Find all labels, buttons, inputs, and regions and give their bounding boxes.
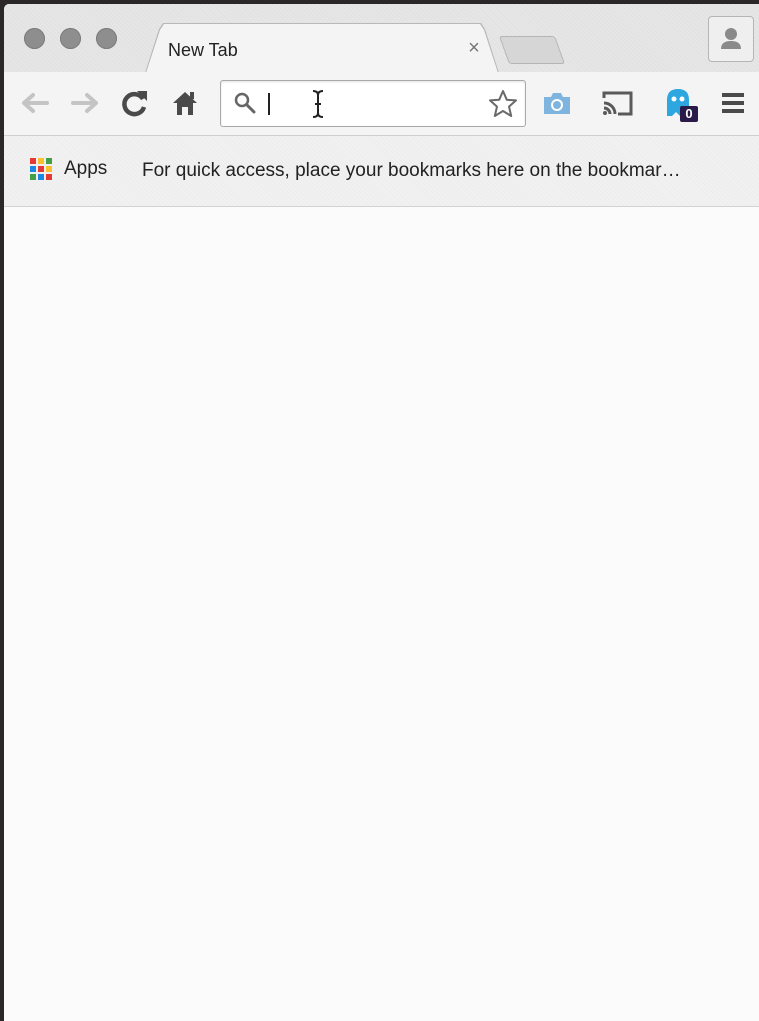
- cast-button[interactable]: [600, 86, 634, 120]
- ghostery-extension-button[interactable]: 0: [656, 86, 700, 122]
- window-minimize-icon[interactable]: [60, 28, 81, 49]
- ibeam-cursor-icon: [312, 90, 324, 118]
- browser-window: New Tab × 0 Apps For quick access, place…: [4, 4, 759, 1021]
- toolbar: 0: [4, 72, 759, 136]
- new-tab-button[interactable]: [498, 36, 566, 64]
- person-icon: [721, 28, 741, 49]
- apps-label: Apps: [64, 158, 108, 179]
- tab-title: New Tab: [168, 40, 238, 60]
- back-button[interactable]: [18, 86, 52, 120]
- ghostery-count-badge: 0: [680, 106, 698, 122]
- apps-shortcut[interactable]: Apps: [30, 158, 107, 180]
- search-icon: [234, 92, 256, 114]
- forward-button[interactable]: [68, 86, 102, 120]
- apps-grid-icon: [30, 158, 52, 180]
- reload-icon: [122, 91, 147, 117]
- bookmarks-hint-text: For quick access, place your bookmarks h…: [142, 160, 681, 181]
- tab-strip: New Tab ×: [4, 4, 759, 72]
- camera-icon: [544, 93, 570, 114]
- menu-icon: [722, 93, 744, 113]
- home-icon: [173, 92, 197, 115]
- star-icon[interactable]: [487, 88, 519, 120]
- back-arrow-icon: [22, 93, 49, 113]
- window-zoom-icon[interactable]: [96, 28, 117, 49]
- omnibox-input[interactable]: [265, 87, 479, 121]
- cast-icon: [602, 91, 633, 116]
- screenshot-extension-button[interactable]: [540, 86, 574, 120]
- forward-arrow-icon: [71, 93, 98, 113]
- chrome-menu-button[interactable]: [716, 86, 750, 120]
- tab-close-icon[interactable]: ×: [464, 38, 484, 58]
- bookmarks-bar: Apps For quick access, place your bookma…: [4, 136, 759, 207]
- new-tab-page-content: [4, 207, 759, 1021]
- text-caret: [268, 93, 270, 115]
- omnibox[interactable]: [220, 80, 526, 127]
- reload-button[interactable]: [118, 86, 152, 120]
- profile-button[interactable]: [708, 16, 754, 62]
- home-button[interactable]: [168, 86, 202, 120]
- window-close-icon[interactable]: [24, 28, 45, 49]
